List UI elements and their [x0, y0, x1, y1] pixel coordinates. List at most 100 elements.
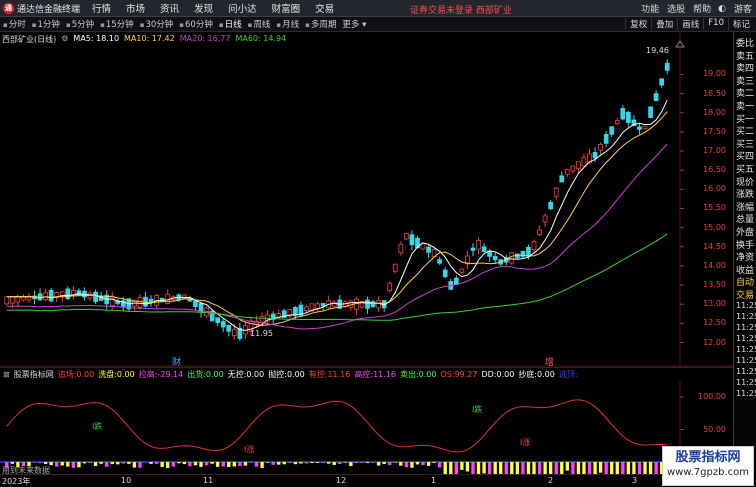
- indicator-bar: [476, 462, 481, 474]
- quote-label: 现价: [736, 177, 755, 188]
- indicator-bar: [238, 462, 242, 467]
- tab-weekly[interactable]: ▪周线: [248, 18, 271, 30]
- settings-icon[interactable]: ⚙: [61, 34, 68, 45]
- indicator-bar: [315, 462, 320, 463]
- menu-news[interactable]: 资讯: [160, 1, 179, 15]
- candle-body: [320, 303, 326, 307]
- restore-rights-button[interactable]: 复权: [625, 18, 651, 30]
- indicator-name[interactable]: 股票指标网: [14, 369, 54, 380]
- menu-guest[interactable]: 游客: [734, 2, 752, 15]
- indicator-item: 抄底:0.00: [518, 369, 555, 379]
- indicator-bar: [576, 462, 581, 474]
- die-label: I跌: [92, 422, 103, 431]
- quote-label: 涨跌: [736, 190, 755, 201]
- tab-60min[interactable]: ▪60分钟: [179, 18, 213, 30]
- indicator-bar: [354, 462, 359, 464]
- kline-chart[interactable]: [0, 32, 733, 474]
- tab-5min[interactable]: ▪5分钟: [66, 18, 94, 30]
- draw-line-button[interactable]: 画线: [677, 18, 703, 30]
- menu-discover[interactable]: 发现: [194, 1, 213, 15]
- indicator-bar: [426, 462, 431, 466]
- tab-icon: ▪: [247, 21, 253, 29]
- auto-button[interactable]: 自动: [736, 275, 756, 288]
- indicator-bar: [554, 462, 558, 474]
- menu-help[interactable]: 帮助: [693, 2, 711, 15]
- tab-multi-period[interactable]: ▪多周期: [305, 18, 336, 30]
- indicator-menu-icon[interactable]: ⊠: [3, 370, 10, 379]
- quote-label: 外盘: [736, 228, 755, 238]
- indicator-bar: [560, 462, 564, 474]
- candle-body: [43, 292, 48, 301]
- candle-body: [409, 234, 415, 246]
- menu-ask[interactable]: 问小达: [228, 1, 257, 15]
- indicator-bar: [77, 462, 81, 468]
- indicator-item: 洗盘:0.00: [98, 369, 135, 379]
- candle-body: [9, 296, 15, 304]
- indicator-bar: [171, 462, 175, 467]
- overlay-button[interactable]: 叠加: [651, 18, 677, 30]
- indicator-bar: [282, 462, 286, 465]
- candle-body: [370, 301, 376, 308]
- candle-body: [559, 175, 565, 183]
- tab-label: 1分钟: [37, 20, 60, 30]
- candle-body: [526, 246, 531, 257]
- candle-body: [215, 317, 221, 323]
- tab-15min[interactable]: ▪15分钟: [100, 18, 134, 30]
- tab-monthly[interactable]: ▪月线: [276, 18, 299, 30]
- indicator-bar: [49, 462, 53, 466]
- indicator-bar: [66, 462, 70, 467]
- indicator-bar: [349, 462, 353, 467]
- skin-icon[interactable]: ◐: [718, 4, 726, 14]
- die-label: I跌: [472, 405, 483, 414]
- indicator-bar: [321, 462, 325, 464]
- candle-body: [220, 321, 226, 328]
- menu-function[interactable]: 功能: [641, 2, 659, 15]
- menu-stock-pick[interactable]: 选股: [667, 2, 685, 15]
- quote-label: 卖一: [736, 102, 755, 112]
- indicator-bar: [232, 462, 236, 467]
- indicator-bar: [277, 462, 281, 465]
- indicator-tick-label: 50.00: [703, 424, 726, 434]
- low-price-label: 11.95: [250, 329, 273, 338]
- candle-body: [365, 299, 370, 309]
- indicator-bar: [537, 462, 542, 474]
- price-tick-label: 13.50: [703, 280, 726, 290]
- menu-quotes[interactable]: 行情: [92, 1, 111, 15]
- indicator-item: 追场:0.00: [57, 369, 95, 379]
- candle-body: [637, 126, 642, 130]
- indicator-bar: [110, 462, 114, 465]
- price-tick-label: 18.00: [703, 107, 726, 117]
- tab-1min[interactable]: ▪1分钟: [32, 18, 60, 30]
- candle-body: [653, 93, 659, 102]
- tab-intraday[interactable]: ▪分时: [3, 18, 26, 30]
- tab-30min[interactable]: ▪30分钟: [140, 18, 174, 30]
- indicator-bar: [177, 462, 181, 464]
- indicator-bar: [449, 462, 453, 474]
- indicator-bar: [510, 462, 514, 474]
- indicator-bar: [99, 462, 103, 464]
- indicator-bar: [582, 462, 586, 474]
- ma10-value: MA10: 17.42: [124, 34, 175, 43]
- login-notice[interactable]: 证券交易未登录 西部矿业: [410, 3, 512, 16]
- indicator-bar: [404, 462, 409, 468]
- menu-wealth[interactable]: 财富圈: [272, 1, 301, 15]
- indicator-header: ⊠ 股票指标网 追场:0.00 洗盘:0.00 拉高:-29.14 出货:0.00 无控…: [0, 367, 733, 380]
- menu-trade[interactable]: 交易: [315, 1, 334, 15]
- menu-bar: 通 通达信金融终端 行情 市场 资讯 发现 问小达 财富圈 交易 证券交易未登录…: [0, 0, 756, 17]
- indicator-item: 逃顶:: [558, 369, 578, 379]
- menu-market[interactable]: 市场: [126, 1, 145, 15]
- indicator-bar: [293, 462, 298, 465]
- candle-body: [392, 263, 398, 272]
- app-title: 通达信金融终端: [17, 4, 81, 15]
- tab-more[interactable]: 更多 ▾: [342, 18, 366, 30]
- f10-button[interactable]: F10: [703, 18, 728, 30]
- mark-button[interactable]: 标记: [727, 18, 754, 30]
- candle-body: [470, 247, 476, 251]
- indicator-bar: [38, 462, 42, 463]
- ma60-value: MA60: 14.94: [235, 34, 287, 43]
- tab-daily[interactable]: ▪日线: [219, 18, 242, 30]
- date-tick: 10: [121, 476, 132, 485]
- candle-body: [231, 328, 237, 337]
- quote-label: 涨幅: [736, 202, 755, 213]
- trade-button[interactable]: 交易: [736, 288, 756, 301]
